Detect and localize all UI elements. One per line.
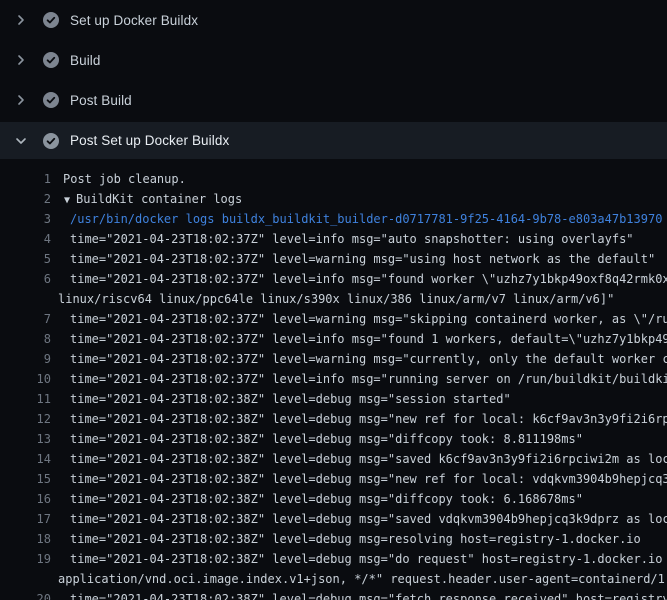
log-line: 12 time="2021-04-23T18:02:38Z" level=deb… xyxy=(0,409,667,429)
line-number[interactable]: 1 xyxy=(0,169,51,189)
log-text: time="2021-04-23T18:02:38Z" level=debug … xyxy=(58,509,667,529)
log-text: time="2021-04-23T18:02:37Z" level=warnin… xyxy=(58,249,655,269)
line-number[interactable]: 9 xyxy=(0,349,51,369)
log-line: 7 time="2021-04-23T18:02:37Z" level=warn… xyxy=(0,309,667,329)
check-circle-icon xyxy=(43,12,59,28)
log-line: application/vnd.oci.image.index.v1+json,… xyxy=(0,569,667,589)
log-line: 17 time="2021-04-23T18:02:38Z" level=deb… xyxy=(0,509,667,529)
log-group-header[interactable]: 2 ▼ BuildKit container logs xyxy=(0,189,667,209)
chevron-right-icon[interactable] xyxy=(13,52,29,68)
step-row-post-set-up-docker-buildx[interactable]: Post Set up Docker Buildx xyxy=(0,122,667,159)
step-label: Post Build xyxy=(70,93,132,108)
step-label: Set up Docker Buildx xyxy=(70,13,198,28)
log-text: time="2021-04-23T18:02:38Z" level=debug … xyxy=(58,449,667,469)
actions-log-viewer: Set up Docker Buildx Build Post Build xyxy=(0,0,667,600)
step-list: Set up Docker Buildx Build Post Build xyxy=(0,0,667,159)
line-number[interactable]: 13 xyxy=(0,429,51,449)
line-number[interactable]: 11 xyxy=(0,389,51,409)
step-row-post-build[interactable]: Post Build xyxy=(0,80,667,120)
line-number[interactable]: 12 xyxy=(0,409,51,429)
log-text: time="2021-04-23T18:02:37Z" level=info m… xyxy=(58,269,667,289)
chevron-right-icon[interactable] xyxy=(13,12,29,28)
log-line: 14 time="2021-04-23T18:02:38Z" level=deb… xyxy=(0,449,667,469)
line-number[interactable]: 10 xyxy=(0,369,51,389)
log-text: application/vnd.oci.image.index.v1+json,… xyxy=(58,569,667,589)
line-number[interactable]: 4 xyxy=(0,229,51,249)
chevron-down-icon[interactable] xyxy=(13,133,29,149)
line-number[interactable]: 2 xyxy=(0,189,51,209)
log-line: 8 time="2021-04-23T18:02:37Z" level=info… xyxy=(0,329,667,349)
line-number[interactable]: 14 xyxy=(0,449,51,469)
line-number[interactable]: 15 xyxy=(0,469,51,489)
log-text: Post job cleanup. xyxy=(58,169,186,189)
log-line: 18 time="2021-04-23T18:02:38Z" level=deb… xyxy=(0,529,667,549)
log-text: time="2021-04-23T18:02:38Z" level=debug … xyxy=(58,589,667,600)
step-row-set-up-docker-buildx[interactable]: Set up Docker Buildx xyxy=(0,0,667,40)
line-number[interactable]: 16 xyxy=(0,489,51,509)
log-text: /usr/bin/docker logs buildx_buildkit_bui… xyxy=(58,209,662,229)
log-text: time="2021-04-23T18:02:37Z" level=warnin… xyxy=(58,349,667,369)
log-text: time="2021-04-23T18:02:37Z" level=info m… xyxy=(58,369,667,389)
line-number[interactable]: 18 xyxy=(0,529,51,549)
line-number[interactable]: 7 xyxy=(0,309,51,329)
check-circle-icon xyxy=(43,92,59,108)
log-line: 15 time="2021-04-23T18:02:38Z" level=deb… xyxy=(0,469,667,489)
log-text: time="2021-04-23T18:02:37Z" level=info m… xyxy=(58,229,634,249)
log-line: 19 time="2021-04-23T18:02:38Z" level=deb… xyxy=(0,549,667,569)
line-number[interactable]: 17 xyxy=(0,509,51,529)
log-text: time="2021-04-23T18:02:38Z" level=debug … xyxy=(58,489,583,509)
log-text: time="2021-04-23T18:02:38Z" level=debug … xyxy=(58,529,641,549)
log-line: 16 time="2021-04-23T18:02:38Z" level=deb… xyxy=(0,489,667,509)
log-text: time="2021-04-23T18:02:38Z" level=debug … xyxy=(58,389,511,409)
group-collapse-triangle-icon[interactable]: ▼ xyxy=(64,195,76,206)
log-text: time="2021-04-23T18:02:37Z" level=info m… xyxy=(58,329,667,349)
log-line: 9 time="2021-04-23T18:02:37Z" level=warn… xyxy=(0,349,667,369)
line-number[interactable]: 20 xyxy=(0,589,51,600)
step-row-build[interactable]: Build xyxy=(0,40,667,80)
chevron-right-icon[interactable] xyxy=(13,92,29,108)
log-text: time="2021-04-23T18:02:38Z" level=debug … xyxy=(58,409,667,429)
step-label: Post Set up Docker Buildx xyxy=(70,133,229,148)
line-number[interactable]: 19 xyxy=(0,549,51,569)
log-text: linux/riscv64 linux/ppc64le linux/s390x … xyxy=(58,289,614,309)
log-line: linux/riscv64 linux/ppc64le linux/s390x … xyxy=(0,289,667,309)
line-number[interactable]: 6 xyxy=(0,269,51,289)
log-text: time="2021-04-23T18:02:37Z" level=warnin… xyxy=(58,309,667,329)
line-number[interactable]: 5 xyxy=(0,249,51,269)
log-line: 10 time="2021-04-23T18:02:37Z" level=inf… xyxy=(0,369,667,389)
log-text: ▼ BuildKit container logs xyxy=(58,189,242,209)
line-number[interactable] xyxy=(0,569,51,589)
log-rows: 1 Post job cleanup. 2 ▼ BuildKit contain… xyxy=(0,160,667,600)
log-line: 3 /usr/bin/docker logs buildx_buildkit_b… xyxy=(0,209,667,229)
log-line: 13 time="2021-04-23T18:02:38Z" level=deb… xyxy=(0,429,667,449)
step-label: Build xyxy=(70,53,101,68)
log-text: time="2021-04-23T18:02:38Z" level=debug … xyxy=(58,429,583,449)
check-circle-icon xyxy=(43,133,59,149)
log-line: 20 time="2021-04-23T18:02:38Z" level=deb… xyxy=(0,589,667,600)
log-line: 4 time="2021-04-23T18:02:37Z" level=info… xyxy=(0,229,667,249)
line-number[interactable] xyxy=(0,289,51,309)
log-text: time="2021-04-23T18:02:38Z" level=debug … xyxy=(58,469,667,489)
line-number[interactable]: 3 xyxy=(0,209,51,229)
log-line: 5 time="2021-04-23T18:02:37Z" level=warn… xyxy=(0,249,667,269)
check-circle-icon xyxy=(43,52,59,68)
log-line: 11 time="2021-04-23T18:02:38Z" level=deb… xyxy=(0,389,667,409)
log-line: 1 Post job cleanup. xyxy=(0,169,667,189)
line-number[interactable]: 8 xyxy=(0,329,51,349)
log-line: 6 time="2021-04-23T18:02:37Z" level=info… xyxy=(0,269,667,289)
log-text: time="2021-04-23T18:02:38Z" level=debug … xyxy=(58,549,667,569)
